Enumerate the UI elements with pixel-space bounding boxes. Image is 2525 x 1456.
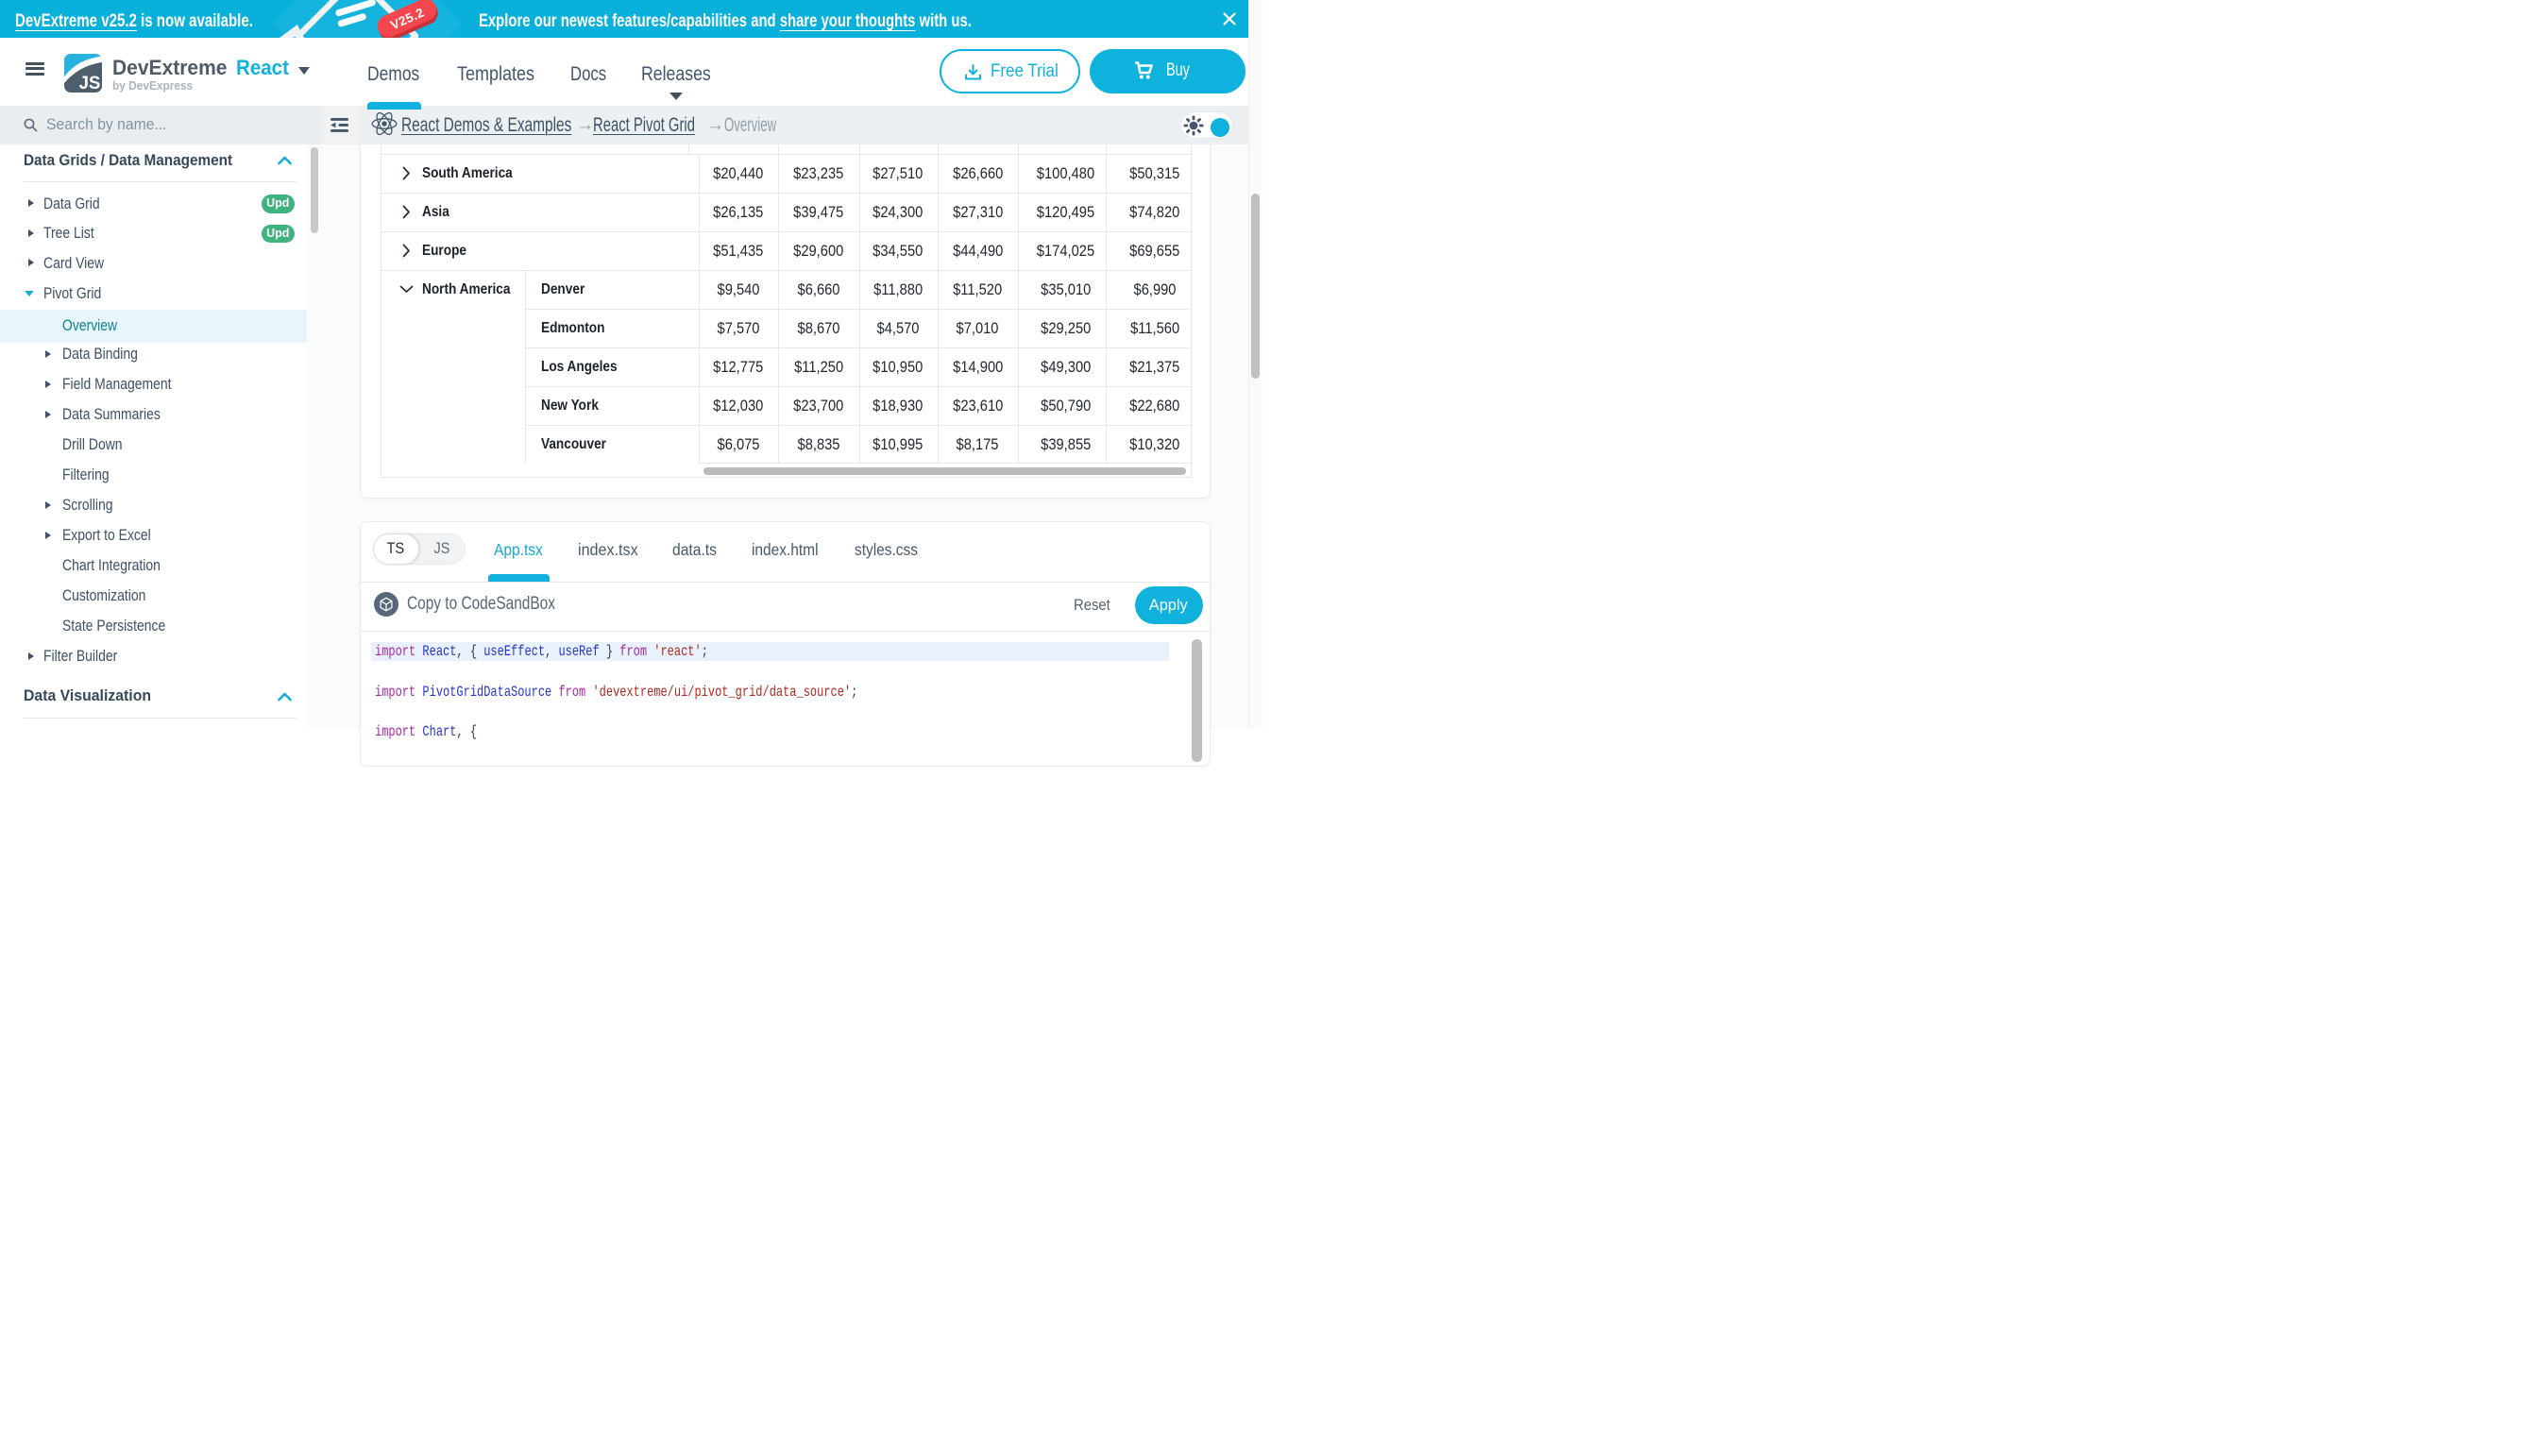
svg-text:JS: JS [79,74,101,93]
